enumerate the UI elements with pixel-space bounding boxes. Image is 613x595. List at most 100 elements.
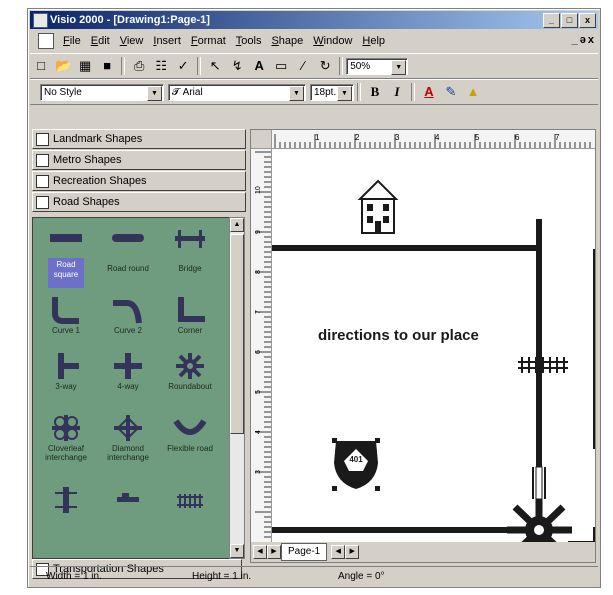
text-tool-icon[interactable]: A <box>249 57 269 75</box>
toolbar-separator <box>121 57 126 75</box>
railroad-shape[interactable] <box>518 357 568 373</box>
pointer-tool-icon[interactable]: ↖ <box>205 57 225 75</box>
shape-roundabout[interactable]: Roundabout <box>159 352 221 391</box>
railroad-crossing-icon <box>35 486 97 514</box>
menu-format[interactable]: Format <box>186 35 231 47</box>
shape-road-sign[interactable] <box>97 486 159 514</box>
font-color-icon[interactable]: A <box>419 83 439 101</box>
menu-tools[interactable]: Tools <box>231 35 267 47</box>
ruler-label: 4 <box>255 430 262 434</box>
scroll-thumb[interactable] <box>230 234 244 434</box>
shape-bridge[interactable] <box>159 224 221 252</box>
map-drawing <box>272 179 595 556</box>
font-size-select[interactable]: 18pt. ▼ <box>310 83 354 101</box>
doc-restore-button[interactable]: ə <box>580 34 586 46</box>
menu-edit[interactable]: Edit <box>86 35 115 47</box>
shape-flexible-road[interactable]: Flexible road <box>159 414 221 453</box>
font-size-value: 18pt. <box>314 86 337 98</box>
ruler-label: 6 <box>255 350 262 354</box>
spelling-icon[interactable]: ✓ <box>173 57 193 75</box>
line-tool-icon[interactable]: ∕ <box>293 57 313 75</box>
hscroll-right-button[interactable]: ▶ <box>345 545 360 559</box>
shape-cloverleaf[interactable]: Cloverleaf interchange <box>35 414 97 462</box>
shape-curve-2[interactable]: Curve 2 <box>97 296 159 335</box>
rectangle-tool-icon[interactable]: ▭ <box>271 57 291 75</box>
minimize-button[interactable]: _ <box>543 13 560 28</box>
stencil-tab-label: Recreation Shapes <box>53 175 147 187</box>
maximize-button[interactable]: □ <box>561 13 578 28</box>
menu-insert[interactable]: Insert <box>148 35 186 47</box>
railroad-icon <box>159 486 221 514</box>
shape-road-square-label[interactable]: Road square <box>35 258 97 288</box>
document-icon[interactable] <box>38 33 54 49</box>
ruler-label: 2 <box>355 133 360 142</box>
style-select[interactable]: No Style ▼ <box>40 83 164 101</box>
scroll-down-button[interactable]: ▼ <box>230 544 244 558</box>
shape-road-round-label[interactable]: Road round <box>97 262 159 273</box>
shape-corner[interactable]: Corner <box>159 296 221 335</box>
doc-minimize-button[interactable]: _ <box>572 34 578 46</box>
zoom-select[interactable]: 50% ▼ <box>346 57 409 75</box>
shape-bridge-label[interactable]: Bridge <box>159 262 221 273</box>
shape-4-way[interactable]: 4-way <box>97 352 159 391</box>
page-prev-button[interactable]: ◀ <box>253 545 267 559</box>
page-tab[interactable]: Page-1 <box>281 543 328 561</box>
new-icon[interactable]: □ <box>31 57 51 75</box>
print-icon[interactable]: ⎙ <box>129 57 149 75</box>
corner-icon <box>159 296 221 324</box>
menu-shape[interactable]: Shape <box>266 35 308 47</box>
highway-sign-shape[interactable] <box>332 438 380 491</box>
doc-close-button[interactable]: x <box>588 34 594 46</box>
connector-tool-icon[interactable]: ↯ <box>227 57 247 75</box>
bold-button[interactable]: B <box>365 83 385 101</box>
stencil-scrollbar[interactable]: ▲ ▼ <box>229 217 245 559</box>
menu-help[interactable]: Help <box>357 35 390 47</box>
stencil-tab-metro[interactable]: Metro Shapes <box>32 150 246 170</box>
bridge-shape[interactable] <box>532 466 546 500</box>
font-select[interactable]: 𝓣 Arial ▼ <box>168 83 306 101</box>
scroll-up-button[interactable]: ▲ <box>230 218 244 232</box>
house-shape[interactable] <box>357 179 399 234</box>
horizontal-ruler: 1 2 3 4 5 6 7 <box>271 130 595 149</box>
chevron-down-icon[interactable]: ▼ <box>391 59 407 75</box>
page-next-button[interactable]: ▶ <box>267 545 281 559</box>
stencil-tab-road[interactable]: Road Shapes <box>32 192 246 212</box>
menu-view[interactable]: View <box>115 35 149 47</box>
print-preview-icon[interactable]: ☷ <box>151 57 171 75</box>
shape-3-way[interactable]: 3-way <box>35 352 97 391</box>
roundabout-shape[interactable] <box>507 499 572 556</box>
window-title: Visio 2000 - [Drawing1:Page-1] <box>50 14 210 26</box>
chevron-down-icon[interactable]: ▼ <box>147 85 162 101</box>
menu-file[interactable]: File <box>58 35 86 47</box>
shape-label: Corner <box>177 326 203 335</box>
menu-window[interactable]: Window <box>308 35 357 47</box>
drawing-page[interactable]: directions to our place 401 <box>272 149 595 556</box>
hscroll-left-button[interactable]: ◀ <box>331 545 346 559</box>
road-vertical-right[interactable] <box>536 219 542 469</box>
title-bar[interactable]: Visio 2000 - [Drawing1:Page-1] _ □ x <box>30 11 598 29</box>
fill-color-icon[interactable]: ▲ <box>463 83 483 101</box>
stencil-tab-landmark[interactable]: Landmark Shapes <box>32 129 246 149</box>
stencil-icon[interactable]: ▦ <box>75 57 95 75</box>
shape-label: Road square <box>53 260 79 279</box>
shape-curve-1[interactable]: Curve 1 <box>35 296 97 335</box>
shape-diamond-interchange[interactable]: Diamond interchange <box>97 414 159 462</box>
shape-road-round[interactable] <box>97 224 159 252</box>
save-icon[interactable]: ■ <box>97 57 117 75</box>
shape-railroad[interactable] <box>159 486 221 514</box>
road-horizontal-top[interactable] <box>272 245 542 251</box>
format-toolbar: No Style ▼ 𝓣 Arial ▼ 18pt. ▼ B I A ✎ ▲ <box>30 79 598 105</box>
drawing-text[interactable]: directions to our place <box>318 327 479 344</box>
italic-button[interactable]: I <box>387 83 407 101</box>
stencil-tab-recreation[interactable]: Recreation Shapes <box>32 171 246 191</box>
ruler-label: 3 <box>255 470 262 474</box>
rotate-tool-icon[interactable]: ↻ <box>315 57 335 75</box>
close-button[interactable]: x <box>579 13 596 28</box>
shape-road-square[interactable] <box>35 224 97 252</box>
chevron-down-icon[interactable]: ▼ <box>337 85 352 101</box>
line-color-icon[interactable]: ✎ <box>441 83 461 101</box>
shape-railroad-crossing[interactable] <box>35 486 97 514</box>
chevron-down-icon[interactable]: ▼ <box>289 85 304 101</box>
visio-app-icon[interactable] <box>33 13 48 28</box>
open-icon[interactable]: 📂 <box>53 57 73 75</box>
